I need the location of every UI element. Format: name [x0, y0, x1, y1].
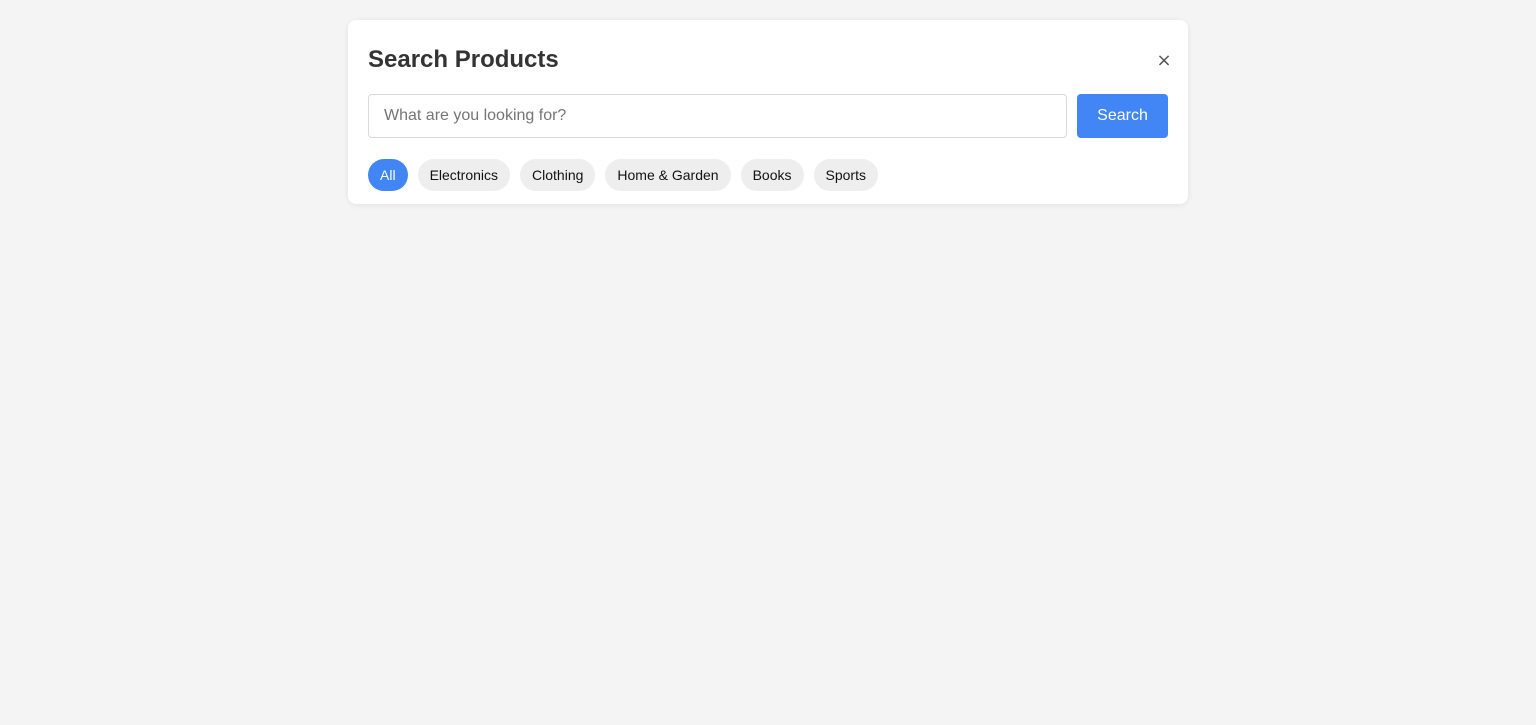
- category-chip-sports[interactable]: Sports: [813, 159, 878, 191]
- category-chip-books[interactable]: Books: [740, 159, 804, 191]
- category-chip-home-garden[interactable]: Home & Garden: [605, 159, 731, 191]
- page-title: Search Products: [368, 46, 559, 73]
- search-button[interactable]: Search: [1077, 94, 1168, 138]
- category-chip-all[interactable]: All: [368, 159, 408, 191]
- search-panel: Search Products × Search All Electronics…: [348, 20, 1188, 204]
- panel-header: Search Products ×: [368, 46, 1172, 74]
- search-row: Search: [368, 94, 1168, 138]
- close-icon: ×: [1156, 49, 1172, 71]
- close-button[interactable]: ×: [1152, 48, 1176, 72]
- search-input[interactable]: [368, 94, 1067, 138]
- category-chip-electronics[interactable]: Electronics: [417, 159, 511, 191]
- category-filters: All Electronics Clothing Home & Garden B…: [368, 159, 1168, 191]
- category-chip-clothing[interactable]: Clothing: [520, 159, 596, 191]
